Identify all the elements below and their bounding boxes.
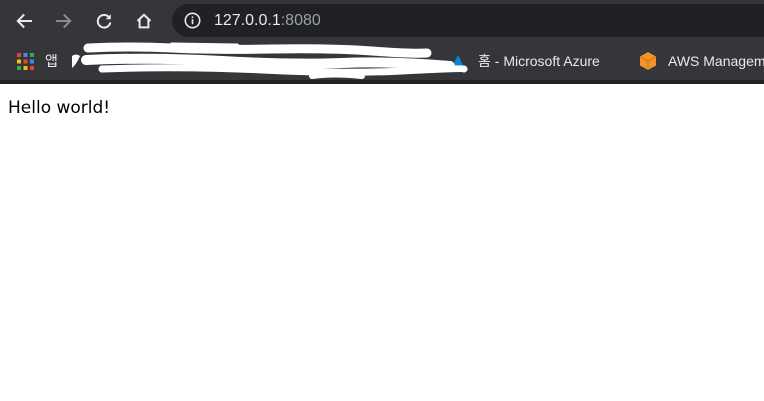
reload-icon	[96, 13, 112, 29]
bookmarks-bar: 앱 홈 - Microsoft Azure AWS Management Con…	[0, 42, 764, 80]
bookmark-azure[interactable]: 홈 - Microsoft Azure	[450, 42, 600, 80]
reload-button[interactable]	[88, 5, 120, 37]
bookmark-aws[interactable]: AWS Management Console	[638, 42, 764, 80]
back-button[interactable]	[8, 5, 40, 37]
arrow-left-icon	[16, 13, 32, 29]
page-text: Hello world!	[8, 98, 111, 118]
home-button[interactable]	[128, 5, 160, 37]
url-host: 127.0.0.1	[214, 12, 281, 29]
address-bar[interactable]: 127.0.0.1:8080	[172, 4, 764, 37]
arrow-right-icon	[56, 13, 72, 29]
apps-grid-icon	[17, 52, 34, 70]
url-text[interactable]: 127.0.0.1:8080	[214, 4, 321, 37]
aws-icon	[639, 52, 657, 70]
bookmark-aws-label: AWS Management Console	[668, 53, 764, 69]
bookmark-apps[interactable]: 앱	[17, 42, 58, 80]
bookmark-azure-label: 홈 - Microsoft Azure	[478, 53, 600, 69]
url-port: :8080	[280, 12, 321, 29]
page-viewport: Hello world!	[0, 84, 764, 401]
redaction-scribble	[72, 42, 468, 79]
forward-button[interactable]	[48, 5, 80, 37]
browser-window: 127.0.0.1:8080 앱 홈 - Microsoft Azure AWS…	[0, 0, 764, 401]
bookmark-apps-label: 앱	[45, 53, 58, 69]
browser-toolbar: 127.0.0.1:8080	[0, 0, 764, 42]
home-icon	[136, 13, 152, 29]
info-icon[interactable]	[184, 12, 201, 29]
